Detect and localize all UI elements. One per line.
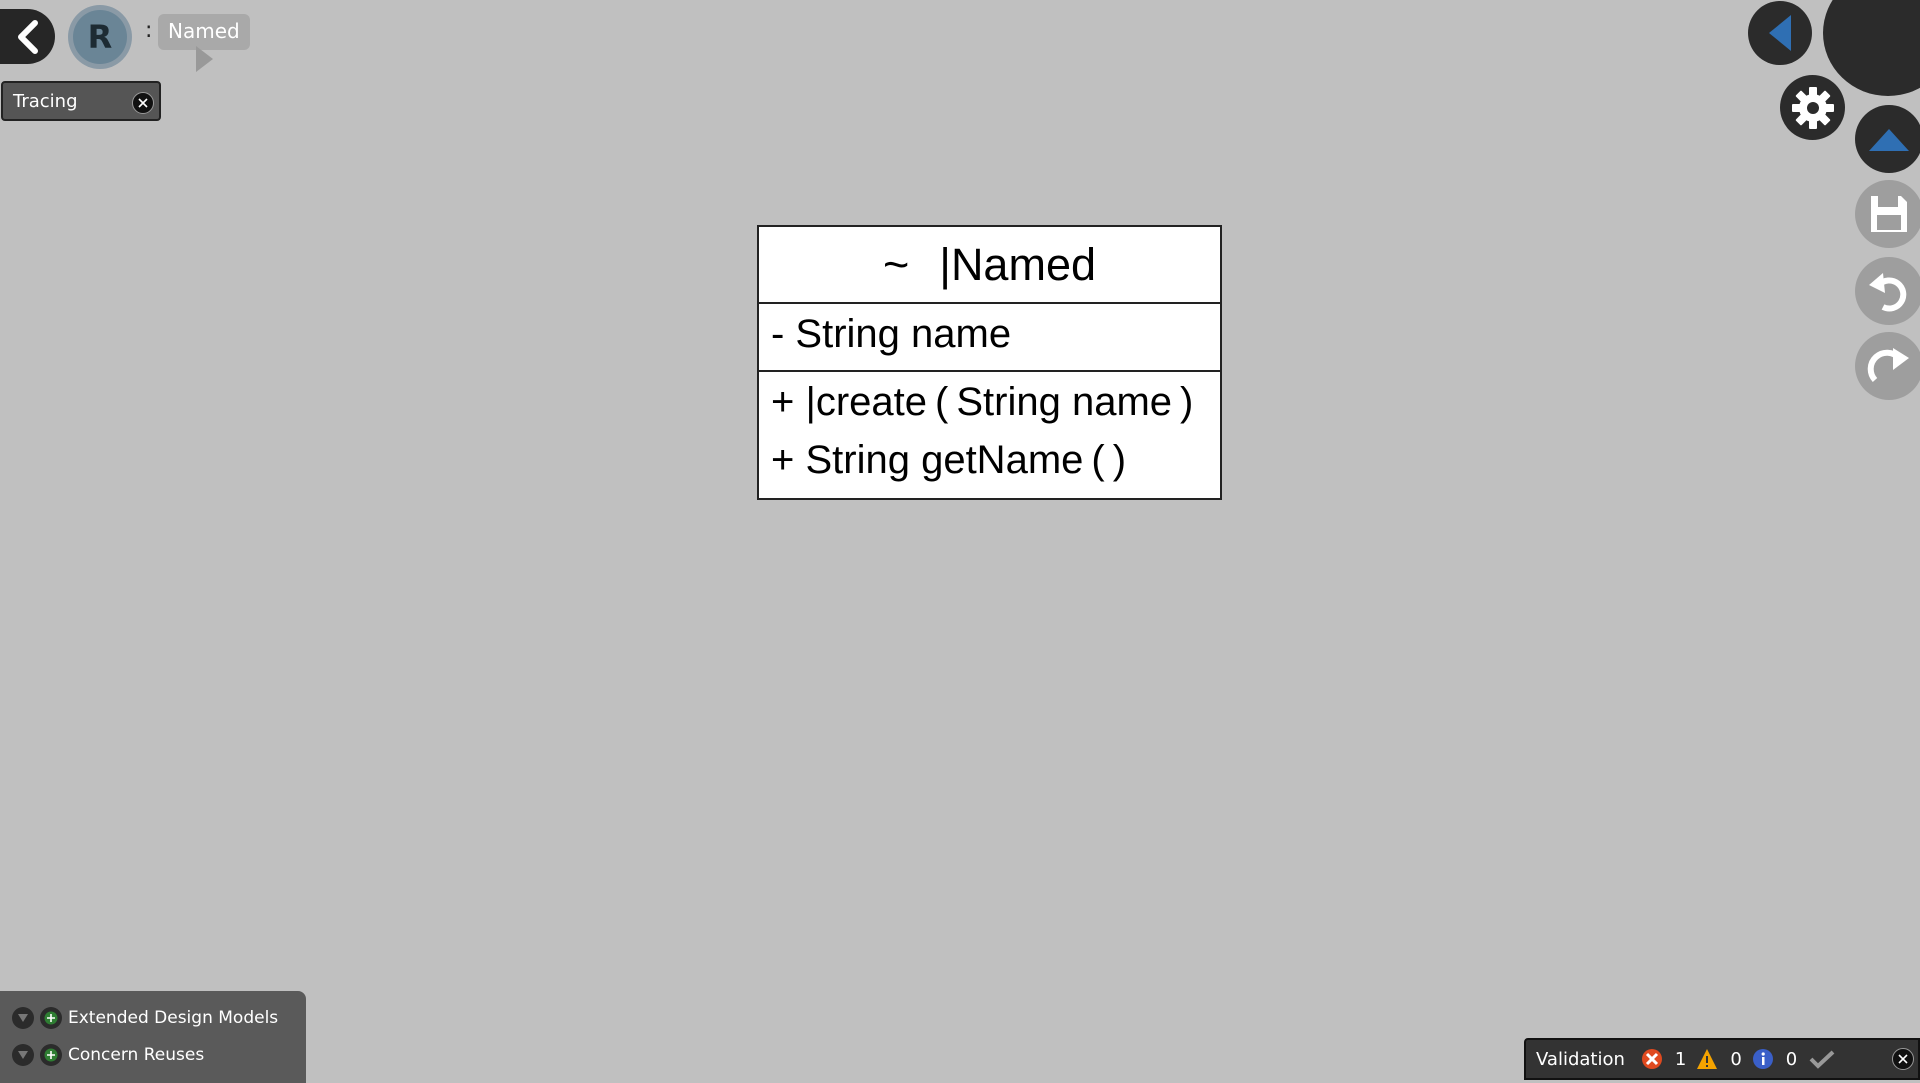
info-count[interactable]: 0 [1752, 1048, 1797, 1070]
class-visibility: ~ [882, 238, 910, 290]
checkmark-icon[interactable] [1809, 1049, 1835, 1069]
collapse-icon[interactable] [12, 1007, 34, 1029]
list-item-label[interactable]: Extended Design Models [68, 1008, 278, 1028]
add-icon[interactable] [40, 1044, 62, 1066]
save-button[interactable] [1855, 180, 1920, 248]
back-button[interactable] [0, 9, 55, 64]
collapse-menu-button[interactable] [1748, 1, 1812, 65]
error-icon [1641, 1049, 1662, 1069]
class-name[interactable]: |Named [939, 239, 1096, 291]
class-header: ~ |Named [759, 227, 1220, 304]
list-item-extended-design-models: Extended Design Models [12, 1007, 278, 1029]
close-icon[interactable] [1892, 1048, 1914, 1070]
validation-label: Validation [1536, 1048, 1625, 1070]
add-icon[interactable] [40, 1007, 62, 1029]
warning-count[interactable]: 0 [1696, 1048, 1742, 1070]
list-item-concern-reuses: Concern Reuses [12, 1044, 204, 1066]
triangle-up-icon [1869, 129, 1909, 151]
breadcrumb[interactable]: Named [158, 14, 250, 50]
info-icon [1752, 1049, 1773, 1069]
operation-row[interactable]: + |create ( String name ) [771, 380, 1193, 425]
attribute-row[interactable]: - String name [771, 312, 1011, 357]
error-count[interactable]: 1 [1641, 1048, 1686, 1070]
breadcrumb-expand-arrow-icon[interactable] [196, 46, 213, 72]
model-panel: Extended Design Models Concern Reuses [0, 991, 306, 1083]
breadcrumb-separator: : [145, 18, 153, 43]
undo-icon [1869, 273, 1907, 312]
main-menu-button[interactable] [1823, 0, 1920, 96]
class-attributes: - String name [759, 304, 1220, 372]
warning-count-value: 0 [1730, 1048, 1742, 1070]
gear-icon [1791, 86, 1834, 129]
list-item-label[interactable]: Concern Reuses [68, 1045, 204, 1065]
tracing-label: Tracing [13, 91, 78, 112]
collapse-icon[interactable] [12, 1044, 34, 1066]
move-up-button[interactable] [1855, 105, 1920, 173]
floppy-disk-icon [1871, 196, 1907, 232]
avatar-letter: R [73, 10, 127, 64]
avatar[interactable]: R [68, 5, 132, 69]
undo-button[interactable] [1855, 257, 1920, 325]
uml-class[interactable]: ~ |Named - String name + |create ( Strin… [757, 225, 1222, 500]
operation-row[interactable]: + String getName ( ) [771, 438, 1126, 483]
settings-button[interactable] [1780, 75, 1845, 140]
validation-bar[interactable]: Validation 1 0 0 [1524, 1038, 1920, 1080]
redo-button[interactable] [1855, 332, 1920, 400]
warning-icon [1697, 1049, 1718, 1069]
triangle-left-icon [1769, 15, 1791, 51]
redo-icon [1867, 348, 1909, 383]
info-count-value: 0 [1785, 1048, 1798, 1070]
tracing-tag: Tracing [1, 81, 161, 121]
error-count-value: 1 [1674, 1048, 1687, 1070]
chevron-left-icon [17, 19, 38, 54]
close-icon[interactable] [132, 92, 154, 114]
